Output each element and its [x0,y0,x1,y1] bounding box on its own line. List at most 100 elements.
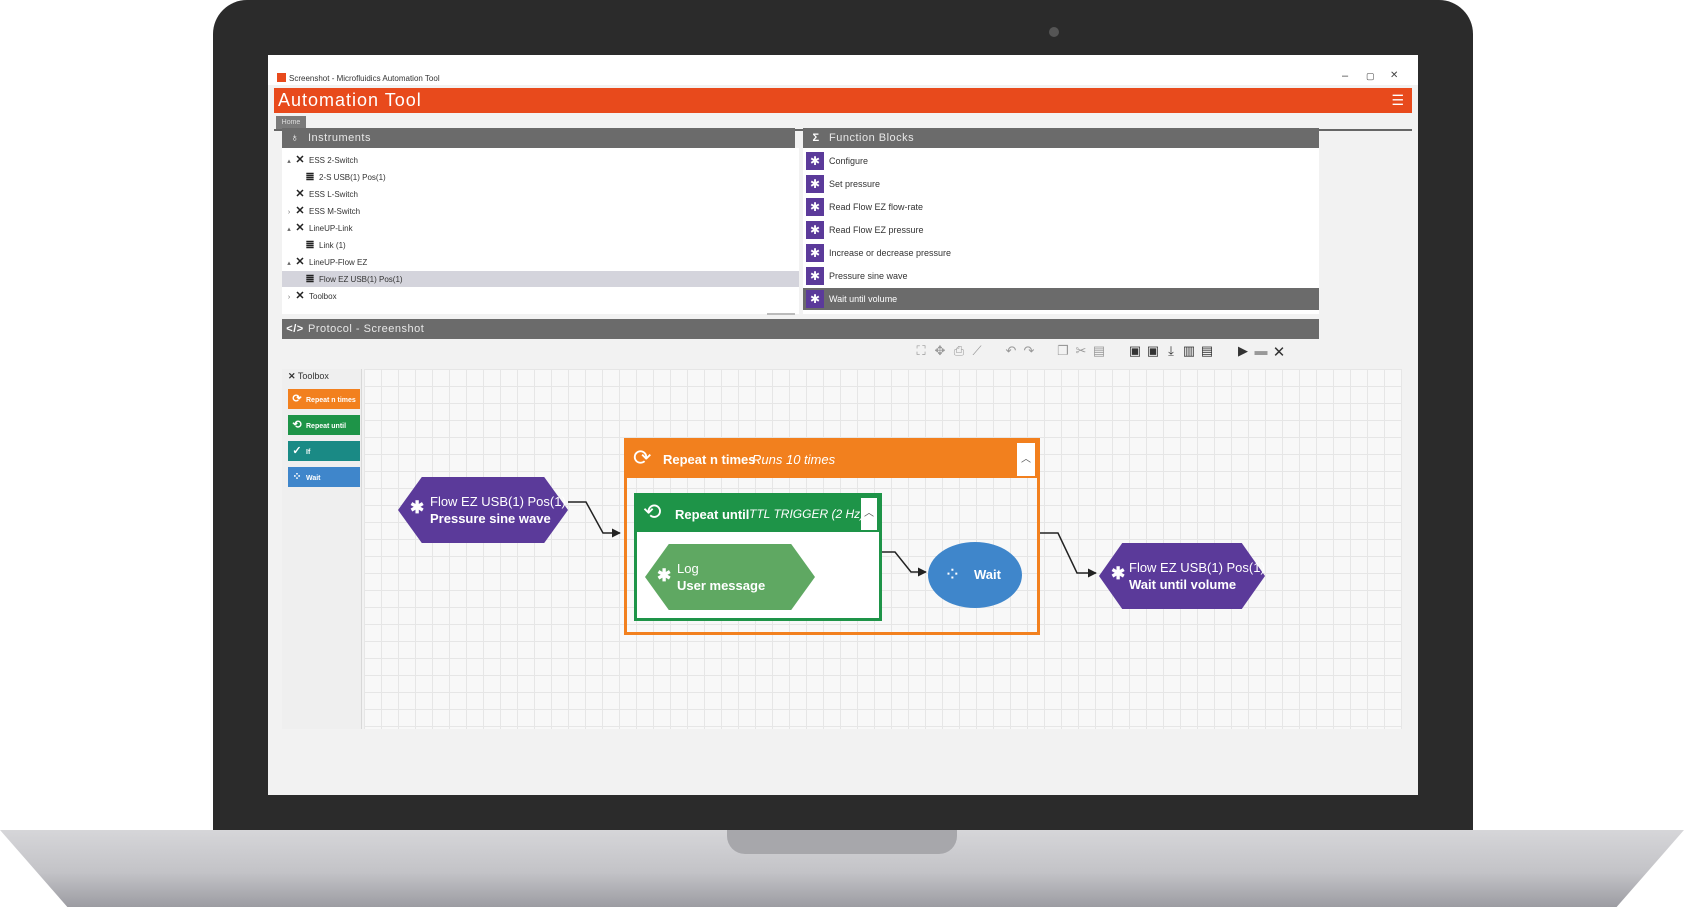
document-icon[interactable]: ▤ [1199,343,1215,359]
restore-button[interactable]: ▢ [1366,71,1375,82]
instrument-tree-item[interactable]: › ✕ ESS M-Switch [282,203,360,219]
instrument-tree-item[interactable]: ≣ Flow EZ USB(1) Pos(1) [282,271,799,287]
node2-label: Flow EZ USB(1) Pos(1) Wait until volume [1129,559,1265,593]
instrument-tree-item[interactable]: ✕ ESS L-Switch [282,186,358,202]
function-block-label: Increase or decrease pressure [829,248,952,258]
flow-node-wait[interactable]: ⁘ Wait [928,542,1022,608]
function-block-item[interactable]: ✱ Read Flow EZ pressure [803,219,1319,241]
function-block-label: Configure [829,156,869,166]
minimize-button[interactable]: – [1342,70,1348,82]
move-icon[interactable]: ✥ [932,343,948,359]
save-icon[interactable]: ▣ [1127,343,1143,359]
undo-icon[interactable]: ↶ [1003,343,1019,359]
instrument-tree-item[interactable]: ≣ Link (1) [282,237,346,253]
toolbox-title: Toolbox [297,371,329,381]
instrument-label: ESS M-Switch [309,207,361,216]
repeat-until-icon: ⟲ [292,419,302,431]
puzzle-icon: ✱ [806,290,824,308]
device-icon: ≣ [305,171,315,183]
instrument-tree-item[interactable]: ▴ ✕ LineUP-Flow EZ [282,254,367,270]
close-window-button[interactable]: ✕ [1390,70,1398,81]
hamburger-menu-icon[interactable]: ☰ [1391,92,1404,109]
protocol-panel-header: </> Protocol - Screenshot [282,319,1319,339]
instruments-panel-header: ♁ Instruments [282,128,795,148]
expander-icon[interactable]: ▴ [284,222,294,238]
protocol-canvas[interactable]: ✱ Flow EZ USB(1) Pos(1) Pressure sine wa… [364,369,1402,729]
paste-icon[interactable]: ▤ [1091,343,1107,359]
tool-icon: ✕ [295,290,305,302]
play-icon[interactable]: ▶ [1235,343,1251,359]
repeat-until-block[interactable]: ⟲ Repeat until TTL TRIGGER (2 Hz) ︿ ✱ Lo… [634,493,882,621]
laptop-notch [727,830,957,854]
copy-icon[interactable]: ❐ [1055,343,1071,359]
log-line2: User message [677,578,766,593]
toolbox-item[interactable]: ⟲ Repeat until [288,415,360,435]
function-block-item[interactable]: ✱ Configure [803,150,1319,172]
close-protocol-icon[interactable]: ✕ [1271,343,1287,361]
repeat-n-times-block[interactable]: ⟳ Repeat n times Runs 10 times ︿ ⟲ Repea… [624,438,1040,635]
toolbox-item[interactable]: ⁘ Wait [288,467,360,487]
tool-icon: ✕ [295,256,305,268]
expander-icon[interactable]: › [284,205,294,221]
download-icon[interactable]: ⤓ [1163,343,1179,359]
instrument-tree-item[interactable]: ▴ ✕ LineUP-Link [282,220,353,238]
function-block-item[interactable]: ✱ Read Flow EZ flow-rate [803,196,1319,218]
instrument-label: 2-S USB(1) Pos(1) [319,173,386,182]
fit-screen-icon[interactable]: ⛶ [913,343,929,359]
toolbox-item[interactable]: ✓ If [288,441,360,461]
tool-icon: ✕ [295,188,305,200]
instrument-tree-item[interactable]: ▴ ✕ ESS 2-Switch [282,152,358,168]
function-block-label: Pressure sine wave [829,271,908,281]
puzzle-icon: ✱ [806,244,824,262]
instrument-label: ESS L-Switch [309,190,358,199]
tool-icon: ✕ [295,205,305,217]
delete-icon[interactable]: ▥ [1181,343,1197,359]
node2-line1: Flow EZ USB(1) Pos(1) [1129,560,1265,575]
puzzle-icon: ✱ [1111,564,1126,583]
instrument-label: Link (1) [319,241,346,250]
stop-icon[interactable]: ▬ [1253,343,1269,358]
instruments-tree: ▴ ✕ ESS 2-Switch ≣ 2-S USB(1) Pos(1) ✕ ESS L-S… [282,148,799,314]
repeat-until-icon: ⟲ [643,499,662,524]
expander-icon[interactable]: ▴ [284,256,294,272]
function-block-label: Read Flow EZ flow-rate [829,202,924,212]
repeat-until-header: ⟲ Repeat until TTL TRIGGER (2 Hz) ︿ [637,496,879,532]
instrument-tree-item[interactable]: ≣ 2-S USB(1) Pos(1) [282,169,386,185]
puzzle-icon: ✱ [410,498,425,517]
repeat-icon: ⟳ [292,393,302,405]
collapse-chevron-icon[interactable]: ︿ [861,498,877,530]
export-icon[interactable]: ⎙ [951,343,967,359]
toolbox-item-label: Repeat n times [306,397,356,404]
function-block-item[interactable]: ✱ Set pressure [803,173,1319,195]
node2-line2: Wait until volume [1129,577,1237,592]
puzzle-icon: ✱ [806,175,824,193]
tools-icon: ✕ [288,371,296,381]
connector-1 [568,501,621,538]
instrument-label: Toolbox [309,292,337,301]
instrument-label: LineUP-Link [309,224,353,233]
puzzle-icon: ✱ [806,152,824,170]
tool-icon: ✕ [295,222,305,234]
link-icon[interactable]: ⟋ [969,343,985,359]
spinner-icon: ⁘ [292,471,302,483]
function-block-item[interactable]: ✱ Pressure sine wave [803,265,1319,287]
function-block-item[interactable]: ✱ Increase or decrease pressure [803,242,1319,264]
toolbox-item-label: If [306,449,311,456]
function-block-item[interactable]: ✱ Wait until volume [803,288,1319,310]
toolbox-header: ✕ Toolbox [288,371,329,382]
camera-dot [1049,27,1059,37]
function-blocks-panel-header: Σ Function Blocks [803,128,1319,148]
laptop-mockup: Screenshot - Microfluidics Automation To… [0,0,1684,907]
expander-icon[interactable]: ▴ [284,154,294,170]
collapse-chevron-icon[interactable]: ︿ [1017,443,1035,476]
tool-icon: ✕ [295,154,305,166]
device-icon: ≣ [305,239,315,251]
splitter-handle[interactable] [767,313,795,315]
cut-icon[interactable]: ✂ [1073,343,1089,359]
toolbox-item[interactable]: ⟳ Repeat n times [288,389,360,409]
save-as-icon[interactable]: ▣ [1145,343,1161,359]
redo-icon[interactable]: ↷ [1021,343,1037,359]
expander-icon[interactable]: › [284,290,294,306]
instrument-tree-item[interactable]: › ✕ Toolbox [282,288,337,304]
repeat-until-subtitle: TTL TRIGGER (2 Hz) [749,507,865,521]
